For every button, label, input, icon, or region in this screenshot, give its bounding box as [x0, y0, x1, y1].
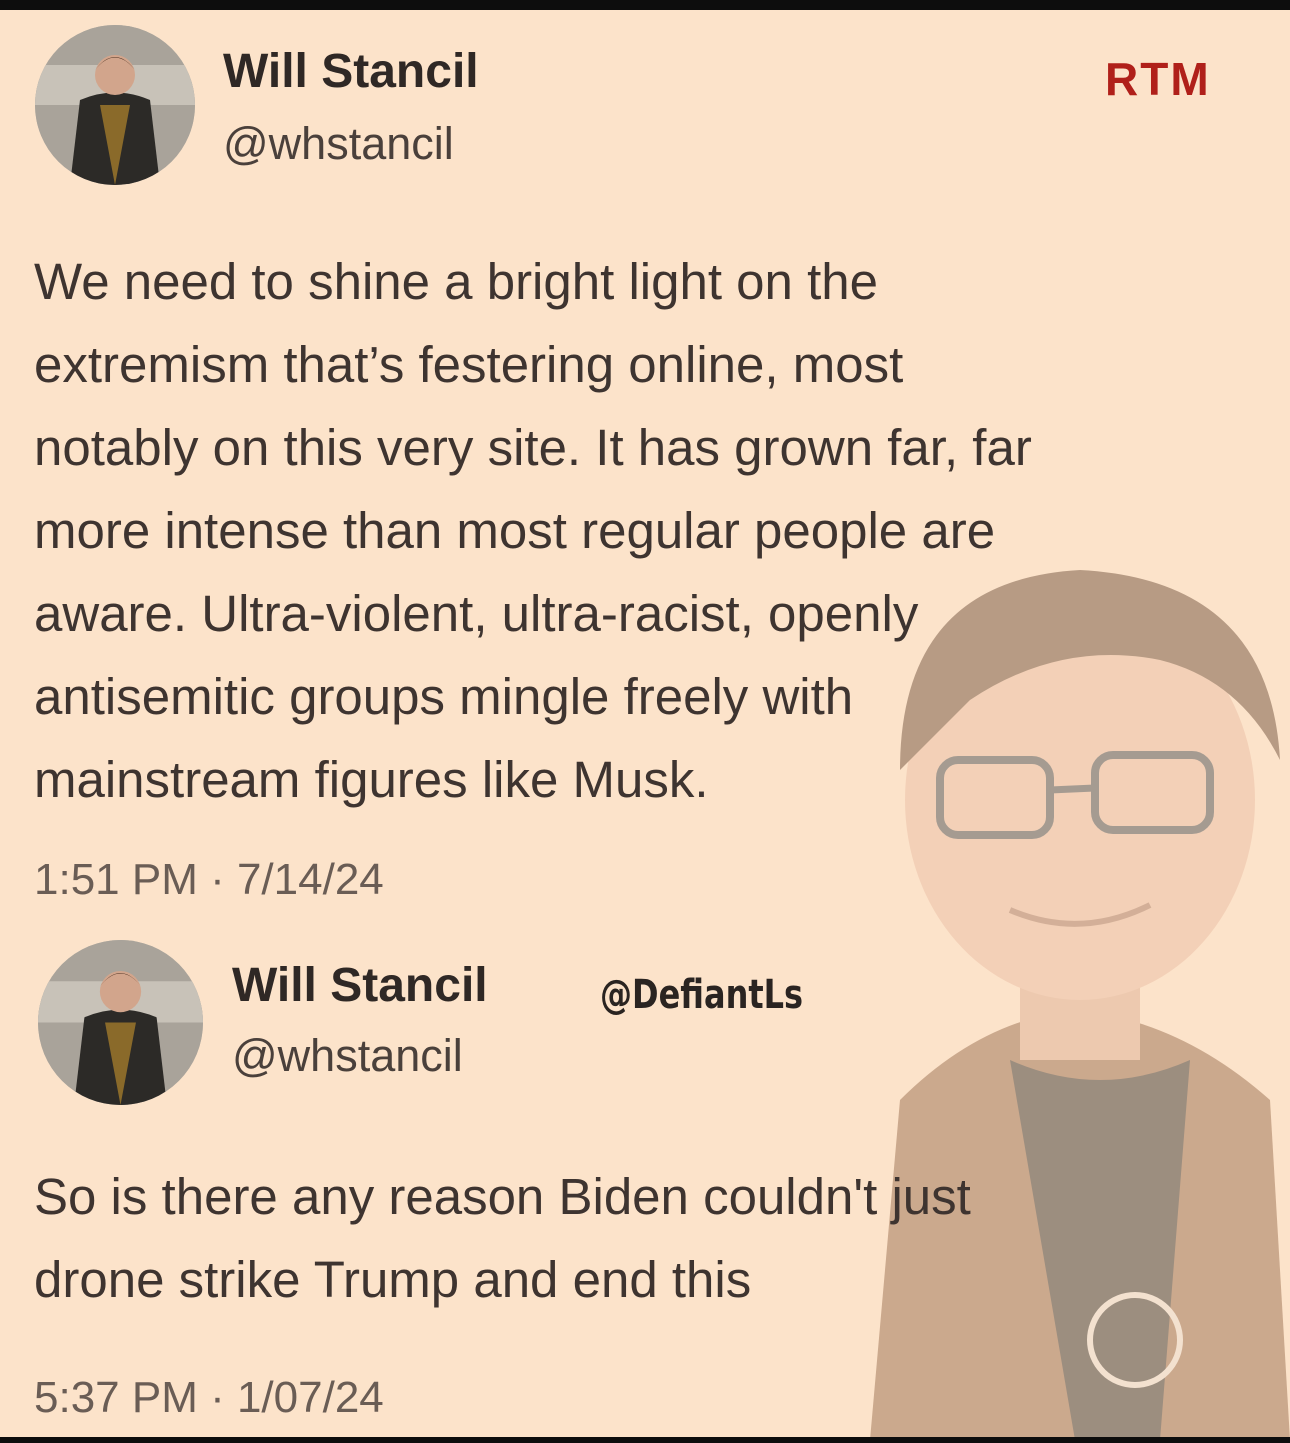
tweet-text: So is there any reason Biden couldn't ju…: [34, 1168, 971, 1308]
author-name[interactable]: Will Stancil: [232, 958, 488, 1013]
tweet-2: Will Stancil @whstancil So is there any …: [0, 0, 1290, 1443]
avatar-photo: [38, 940, 203, 1105]
avatar[interactable]: [38, 940, 203, 1105]
watermark-handle: @DefiantLs: [600, 972, 804, 1018]
author-handle[interactable]: @whstancil: [232, 1030, 463, 1082]
tweet-timestamp[interactable]: 5:37 PM · 1/07/24: [34, 1373, 384, 1423]
bottom-border: [0, 1437, 1290, 1443]
